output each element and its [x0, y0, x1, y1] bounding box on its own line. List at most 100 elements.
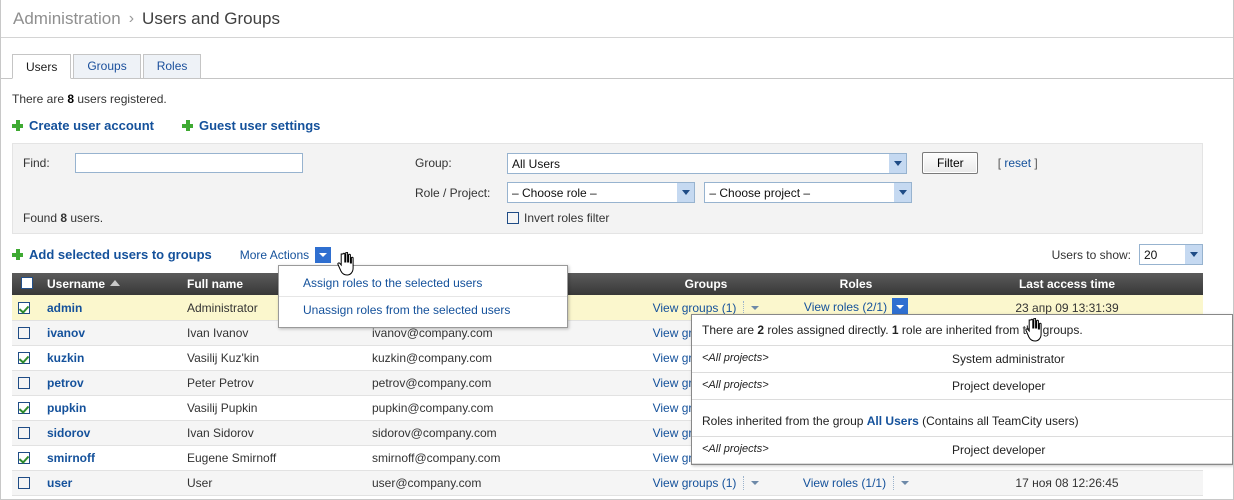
- row-username-cell: sidorov: [41, 420, 181, 446]
- info-prefix: There are: [12, 92, 68, 106]
- breadcrumb-administration[interactable]: Administration: [13, 9, 121, 29]
- roles-summary-post: role are inherited from the groups.: [898, 323, 1083, 337]
- row-select-checkbox[interactable]: [18, 476, 30, 489]
- create-user-account-label: Create user account: [29, 118, 154, 133]
- tab-users[interactable]: Users: [12, 54, 72, 79]
- found-users-info: Found 8 users.: [23, 211, 415, 225]
- select-all-checkbox[interactable]: [20, 277, 33, 290]
- chevron-down-icon: [894, 183, 912, 203]
- user-link[interactable]: ivanov: [47, 326, 85, 340]
- row-fullname-cell: Ivan Sidorov: [181, 420, 366, 446]
- users-to-show-label: Users to show:: [1051, 247, 1131, 262]
- more-actions-menu-trigger[interactable]: More Actions: [239, 246, 332, 263]
- group-select[interactable]: All Users: [507, 153, 907, 175]
- add-selected-label: Add selected users to groups: [29, 247, 212, 263]
- add-selected-users-to-groups-link[interactable]: Add selected users to groups: [12, 247, 212, 262]
- view-roles-link[interactable]: View roles (2/1): [804, 300, 887, 314]
- roles-dropdown-icon[interactable]: [893, 475, 909, 490]
- users-registered-info: There are 8 users registered.: [1, 79, 1233, 106]
- user-link[interactable]: admin: [47, 301, 82, 315]
- row-select-checkbox[interactable]: [18, 326, 30, 339]
- user-link[interactable]: smirnoff: [47, 451, 95, 465]
- row-select-checkbox[interactable]: [18, 401, 30, 414]
- sort-asc-icon: [110, 280, 121, 287]
- users-to-show-value: 20: [1144, 247, 1158, 262]
- row-fullname-cell: User: [181, 470, 366, 496]
- role-project: <All projects>: [702, 352, 769, 364]
- chevron-down-icon: [889, 154, 906, 174]
- users-to-show: Users to show: 20: [1051, 244, 1203, 266]
- row-email-cell: smirnoff@company.com: [366, 445, 631, 471]
- row-email-cell: sidorov@company.com: [366, 420, 631, 446]
- role-project: <All projects>: [702, 443, 769, 455]
- group-select-cell: All Users Filter [ reset ]: [507, 152, 1192, 175]
- search-input[interactable]: [75, 153, 303, 174]
- breadcrumb-separator-icon: ›: [128, 9, 135, 27]
- role-select[interactable]: – Choose role –: [507, 182, 695, 204]
- roles-summary-mid: roles assigned directly.: [764, 323, 892, 337]
- row-email-cell: user@company.com: [366, 470, 631, 496]
- row-roles-cell: View roles (1/1): [781, 470, 931, 496]
- roles-popup-row: <All projects> Project developer: [692, 373, 1232, 400]
- chevron-down-icon: [1185, 245, 1202, 265]
- view-groups-link[interactable]: View groups (1): [653, 301, 737, 315]
- user-link[interactable]: sidorov: [47, 426, 90, 440]
- find-label: Find:: [23, 156, 50, 171]
- tab-roles[interactable]: Roles: [142, 54, 202, 78]
- menu-item-assign-roles[interactable]: Assign roles to the selected users: [279, 270, 567, 296]
- groups-dropdown-icon[interactable]: [743, 300, 759, 315]
- row-groups-cell: View groups (1): [631, 470, 781, 496]
- users-to-show-select[interactable]: 20: [1139, 244, 1203, 266]
- table-row[interactable]: user User user@company.com View groups (…: [12, 470, 1203, 496]
- inherited-post: (Contains all TeamCity users): [918, 414, 1079, 428]
- guest-user-settings-link[interactable]: Guest user settings: [182, 118, 320, 133]
- user-link[interactable]: pupkin: [47, 401, 86, 415]
- tab-bar: Users Groups Roles: [1, 51, 1233, 79]
- row-username-cell: ivanov: [41, 320, 181, 346]
- role-name: System administrator: [952, 352, 1065, 366]
- roles-inherited-count: 1: [891, 323, 899, 337]
- select-all-header: [12, 273, 41, 296]
- row-select-checkbox[interactable]: [18, 301, 30, 314]
- row-checkbox-cell: [12, 345, 41, 371]
- plus-icon: [182, 120, 193, 131]
- user-link[interactable]: petrov: [47, 376, 84, 390]
- row-select-checkbox[interactable]: [18, 351, 30, 364]
- reset-bracket-open: [: [997, 156, 1002, 170]
- roles-popup-inherited-header: Roles inherited from the group All Users…: [692, 405, 1232, 437]
- row-select-checkbox[interactable]: [18, 451, 30, 464]
- roles-popup-summary: There are 2 roles assigned directly. 1 r…: [692, 315, 1232, 346]
- row-select-checkbox[interactable]: [18, 426, 30, 439]
- create-user-account-link[interactable]: Create user account: [12, 118, 154, 133]
- groups-dropdown-icon[interactable]: [743, 475, 759, 490]
- role-name: Project developer: [952, 443, 1046, 457]
- group-select-value: All Users: [512, 156, 561, 171]
- row-username-cell: user: [41, 470, 181, 496]
- invert-roles-filter-checkbox[interactable]: [507, 212, 519, 225]
- role-name: Project developer: [952, 379, 1046, 393]
- inherited-group-link[interactable]: All Users: [867, 414, 919, 428]
- chevron-down-icon[interactable]: [315, 246, 332, 263]
- invert-roles-filter-label: Invert roles filter: [524, 211, 610, 226]
- found-suffix: users.: [67, 211, 104, 226]
- role-project: <All projects>: [702, 379, 769, 391]
- row-checkbox-cell: [12, 395, 41, 421]
- more-actions-label: More Actions: [239, 247, 310, 262]
- filter-button[interactable]: Filter: [922, 152, 979, 174]
- project-select[interactable]: – Choose project –: [704, 182, 913, 204]
- header-username[interactable]: Username: [41, 273, 181, 296]
- menu-item-unassign-roles[interactable]: Unassign roles from the selected users: [279, 296, 567, 323]
- user-link[interactable]: user: [47, 476, 72, 490]
- tab-groups[interactable]: Groups: [73, 54, 141, 78]
- inherited-pre: Roles inherited from the group: [702, 414, 867, 428]
- view-groups-link[interactable]: View groups (1): [653, 476, 737, 490]
- row-checkbox-cell: [12, 445, 41, 471]
- reset-link[interactable]: reset: [1004, 156, 1031, 170]
- view-roles-link[interactable]: View roles (1/1): [803, 476, 886, 490]
- plus-icon: [12, 249, 23, 261]
- row-email-cell: kuzkin@company.com: [366, 345, 631, 371]
- chevron-down-icon: [677, 183, 694, 203]
- row-select-checkbox[interactable]: [18, 376, 30, 389]
- header-last-access-time[interactable]: Last access time: [931, 273, 1203, 296]
- user-link[interactable]: kuzkin: [47, 351, 84, 365]
